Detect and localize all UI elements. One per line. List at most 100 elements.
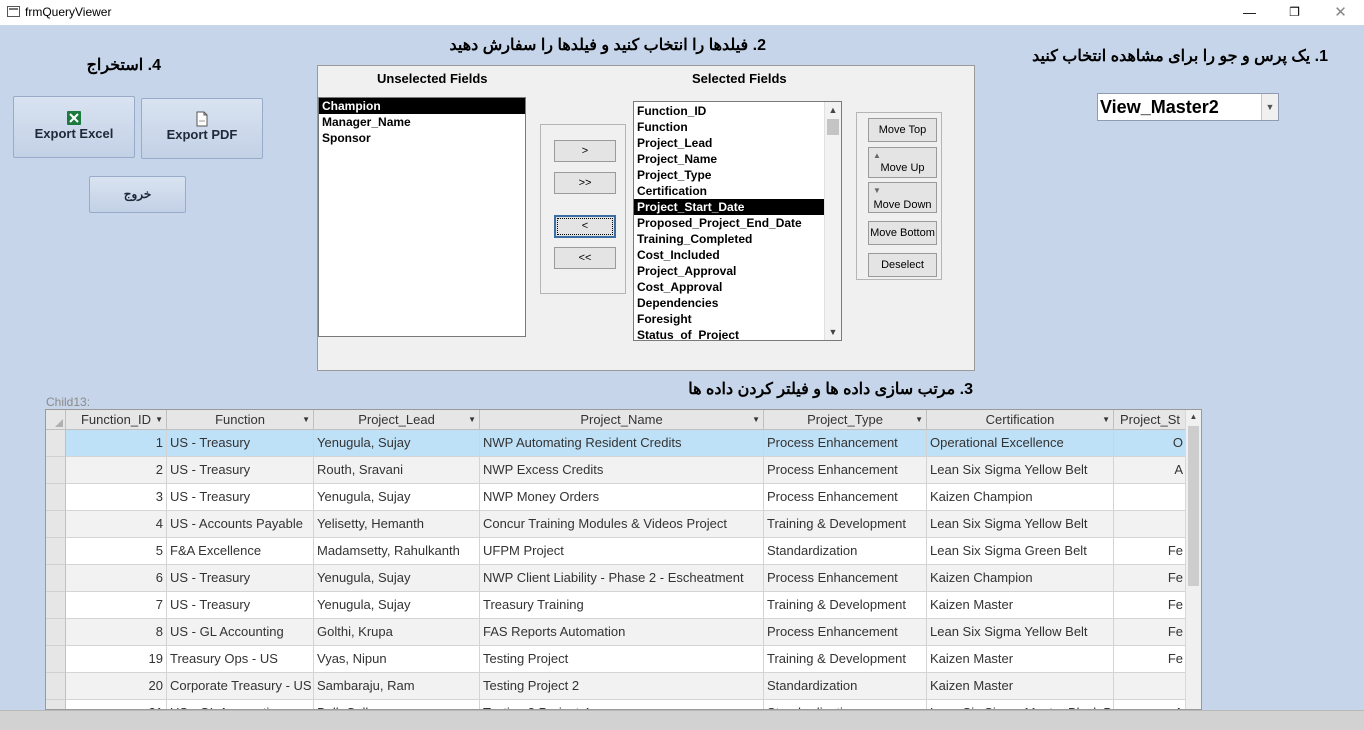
- table-cell[interactable]: 1: [66, 430, 167, 457]
- selected-field-item[interactable]: Cost_Approval: [634, 279, 824, 295]
- table-cell[interactable]: Fe: [1114, 619, 1187, 646]
- selected-field-item[interactable]: Status_of_Project: [634, 327, 824, 340]
- table-cell[interactable]: Fe: [1114, 646, 1187, 673]
- table-row[interactable]: 8 US - GL Accounting Golthi, Krupa FAS Repo…: [46, 619, 1187, 646]
- table-cell[interactable]: US - Treasury: [167, 592, 314, 619]
- table-cell[interactable]: O: [1114, 430, 1187, 457]
- record-selector[interactable]: [46, 511, 66, 538]
- export-excel-button[interactable]: Export Excel: [13, 96, 135, 158]
- deselect-button[interactable]: Deselect: [868, 253, 937, 277]
- table-cell[interactable]: US - GL Accounting: [167, 700, 314, 709]
- table-cell[interactable]: Fe: [1114, 565, 1187, 592]
- select-all-corner[interactable]: [46, 410, 66, 430]
- table-cell[interactable]: UFPM Project: [480, 538, 764, 565]
- filter-dropdown-icon[interactable]: ▼: [915, 410, 923, 429]
- table-cell[interactable]: Standardization: [764, 700, 927, 709]
- filter-dropdown-icon[interactable]: ▼: [1102, 410, 1110, 429]
- table-row[interactable]: 20 Corporate Treasury - US Sambaraju, Ram T…: [46, 673, 1187, 700]
- close-button[interactable]: ✕: [1318, 0, 1363, 25]
- table-cell[interactable]: 8: [66, 619, 167, 646]
- table-row[interactable]: 1 US - Treasury Yenugula, Sujay NWP Automat…: [46, 430, 1187, 457]
- selected-field-item[interactable]: Certification: [634, 183, 824, 199]
- selected-field-item[interactable]: Function: [634, 119, 824, 135]
- table-cell[interactable]: 7: [66, 592, 167, 619]
- table-cell[interactable]: A: [1114, 457, 1187, 484]
- remove-all-fields-button[interactable]: <<: [554, 247, 616, 269]
- selected-field-item[interactable]: Dependencies: [634, 295, 824, 311]
- table-cell[interactable]: Standardization: [764, 538, 927, 565]
- table-row[interactable]: 6 US - Treasury Yenugula, Sujay NWP Client …: [46, 565, 1187, 592]
- table-cell[interactable]: 6: [66, 565, 167, 592]
- table-cell[interactable]: NWP Excess Credits: [480, 457, 764, 484]
- selected-field-item[interactable]: Proposed_Project_End_Date: [634, 215, 824, 231]
- table-cell[interactable]: Yenugula, Sujay: [314, 592, 480, 619]
- scroll-up-icon[interactable]: ▲: [825, 102, 841, 118]
- unselected-fields-list[interactable]: Champion Manager_Name Sponsor: [318, 97, 526, 337]
- table-cell[interactable]: [1114, 673, 1187, 700]
- query-select[interactable]: View_Master2 ▼: [1097, 93, 1279, 121]
- table-cell[interactable]: [1114, 484, 1187, 511]
- unselected-field-item[interactable]: Manager_Name: [319, 114, 525, 130]
- table-cell[interactable]: US - Treasury: [167, 457, 314, 484]
- record-selector[interactable]: [46, 619, 66, 646]
- table-cell[interactable]: Training & Development: [764, 646, 927, 673]
- table-cell[interactable]: Lean Six Sigma Yellow Belt: [927, 619, 1114, 646]
- table-cell[interactable]: NWP Client Liability - Phase 2 - Escheat…: [480, 565, 764, 592]
- table-cell[interactable]: Golthi, Krupa: [314, 619, 480, 646]
- table-cell[interactable]: Ball, Colleen: [314, 700, 480, 709]
- unselected-field-item[interactable]: Champion: [319, 98, 525, 114]
- table-row[interactable]: 7 US - Treasury Yenugula, Sujay Treasury Tr…: [46, 592, 1187, 619]
- export-pdf-button[interactable]: Export PDF: [141, 98, 263, 159]
- table-cell[interactable]: Process Enhancement: [764, 484, 927, 511]
- table-cell[interactable]: Kaizen Master: [927, 592, 1114, 619]
- table-cell[interactable]: Process Enhancement: [764, 565, 927, 592]
- record-selector[interactable]: [46, 565, 66, 592]
- record-selector[interactable]: [46, 457, 66, 484]
- table-row[interactable]: 3 US - Treasury Yenugula, Sujay NWP Money O…: [46, 484, 1187, 511]
- table-cell[interactable]: NWP Automating Resident Credits: [480, 430, 764, 457]
- results-datasheet[interactable]: Function_ID ▼ Function ▼ Project_Lead ▼ Projec…: [45, 409, 1202, 710]
- record-selector[interactable]: [46, 700, 66, 709]
- exit-button[interactable]: خروج: [89, 176, 186, 213]
- column-header[interactable]: Project_Lead ▼: [314, 410, 480, 430]
- table-cell[interactable]: Lean Six Sigma Yellow Belt: [927, 457, 1114, 484]
- table-cell[interactable]: Lean Six Sigma Master Black B: [927, 700, 1114, 709]
- table-cell[interactable]: Yelisetty, Hemanth: [314, 511, 480, 538]
- selected-field-item[interactable]: Project_Lead: [634, 135, 824, 151]
- table-cell[interactable]: Kaizen Master: [927, 646, 1114, 673]
- table-cell[interactable]: Sambaraju, Ram: [314, 673, 480, 700]
- table-cell[interactable]: US - Treasury: [167, 430, 314, 457]
- table-row[interactable]: 21US - GL AccountingBall, ColleenTesting…: [46, 700, 1187, 709]
- datasheet-vertical-scrollbar[interactable]: ▲: [1185, 410, 1201, 709]
- table-cell[interactable]: 4: [66, 511, 167, 538]
- table-cell[interactable]: Testing Project 2: [480, 673, 764, 700]
- table-cell[interactable]: Fe: [1114, 592, 1187, 619]
- scroll-up-icon[interactable]: ▲: [1186, 410, 1201, 424]
- table-cell[interactable]: Corporate Treasury - US: [167, 673, 314, 700]
- table-cell[interactable]: Treasury Training: [480, 592, 764, 619]
- table-cell[interactable]: Yenugula, Sujay: [314, 484, 480, 511]
- move-down-button[interactable]: ▼ Move Down: [868, 182, 937, 213]
- table-cell[interactable]: 20: [66, 673, 167, 700]
- selected-fields-list[interactable]: Function_ID Function Project_Lead Project_N…: [633, 101, 842, 341]
- table-cell[interactable]: Process Enhancement: [764, 457, 927, 484]
- table-cell[interactable]: [1114, 511, 1187, 538]
- table-row[interactable]: 19 Treasury Ops - US Vyas, Nipun Testing Pr…: [46, 646, 1187, 673]
- selected-field-item[interactable]: Project_Name: [634, 151, 824, 167]
- table-cell[interactable]: Madamsetty, Rahulkanth: [314, 538, 480, 565]
- table-cell[interactable]: 21: [66, 700, 167, 709]
- column-header[interactable]: Function ▼: [167, 410, 314, 430]
- table-cell[interactable]: US - Treasury: [167, 484, 314, 511]
- table-cell[interactable]: 3: [66, 484, 167, 511]
- record-selector[interactable]: [46, 538, 66, 565]
- table-cell[interactable]: Yenugula, Sujay: [314, 430, 480, 457]
- record-selector[interactable]: [46, 430, 66, 457]
- column-header[interactable]: Project_Name ▼: [480, 410, 764, 430]
- column-header[interactable]: Project_Type ▼: [764, 410, 927, 430]
- table-cell[interactable]: Process Enhancement: [764, 430, 927, 457]
- column-header[interactable]: Project_St: [1114, 410, 1187, 430]
- selected-fields-scrollbar[interactable]: ▲ ▼: [824, 102, 841, 340]
- scroll-thumb[interactable]: [827, 119, 839, 135]
- column-header[interactable]: Function_ID ▼: [66, 410, 167, 430]
- move-bottom-button[interactable]: Move Bottom: [868, 221, 937, 245]
